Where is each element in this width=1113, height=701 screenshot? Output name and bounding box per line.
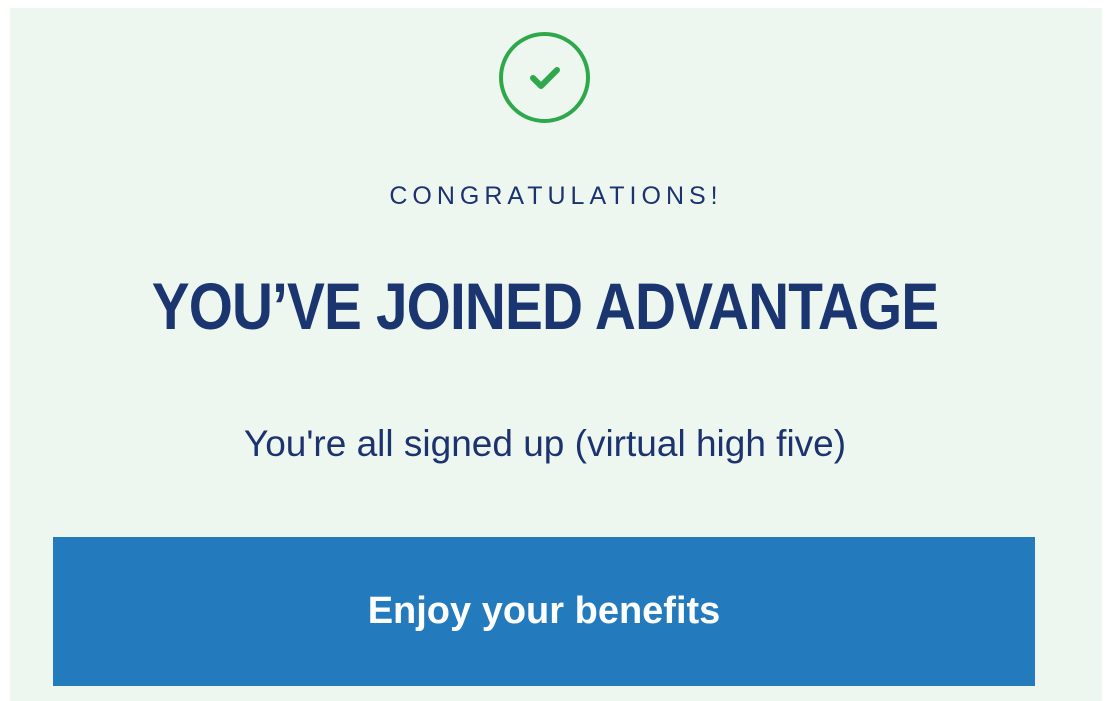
- enjoy-benefits-button[interactable]: Enjoy your benefits: [53, 537, 1035, 686]
- page-title: YOU’VE JOINED ADVANTAGE: [151, 269, 939, 343]
- enjoy-benefits-label: Enjoy your benefits: [367, 590, 721, 632]
- congratulations-eyebrow: CONGRATULATIONS!: [389, 182, 723, 210]
- confirmation-panel: CONGRATULATIONS! YOU’VE JOINED ADVANTAGE…: [10, 8, 1102, 701]
- checkmark-icon: [529, 66, 560, 89]
- confirmation-message: You're all signed up (virtual high five): [243, 423, 847, 464]
- checkmark-circle-icon: [499, 32, 590, 123]
